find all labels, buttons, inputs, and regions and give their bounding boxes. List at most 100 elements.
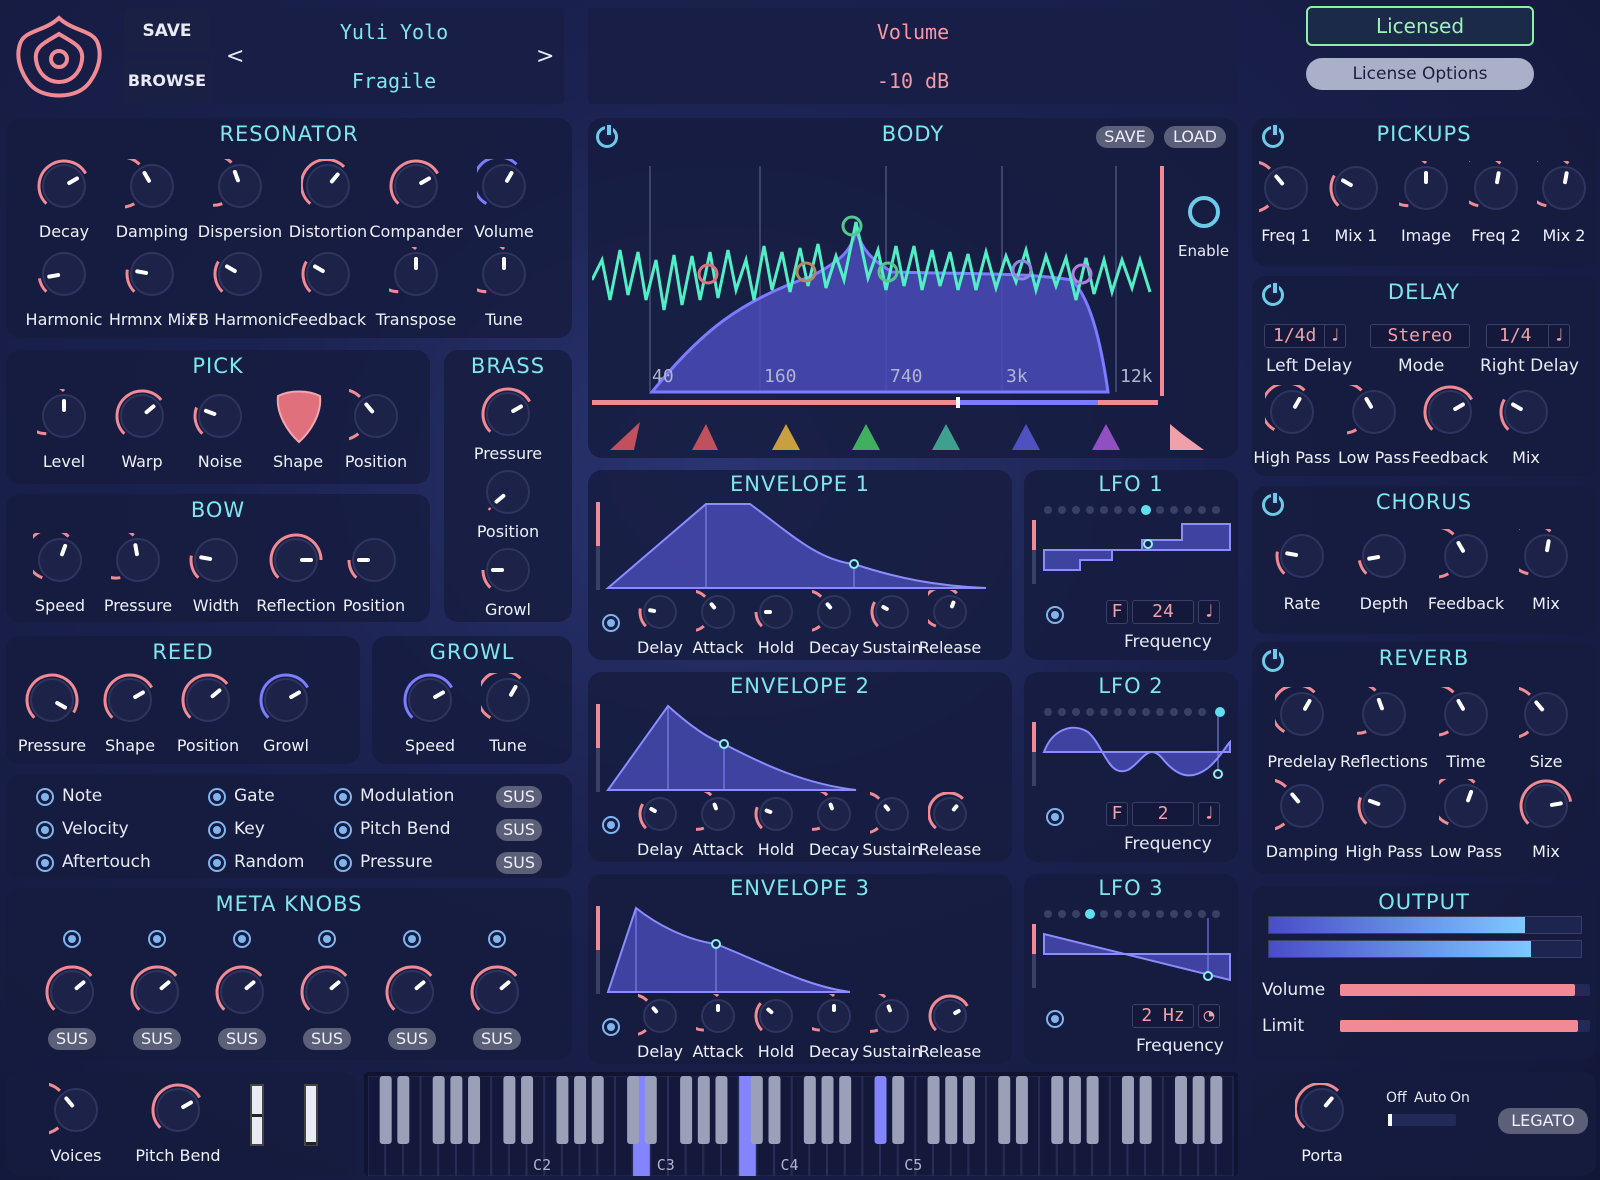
next-preset-button[interactable]: > [536,44,554,69]
lfo-1-graph[interactable] [1032,500,1232,592]
black-key[interactable] [803,1076,816,1144]
left-delay-note-icon[interactable]: ♩ [1324,324,1346,348]
reed-2-knob[interactable] [181,673,235,727]
meta-knob-0-mod-dot[interactable] [63,930,81,948]
lfo-2-sync-f[interactable]: F [1106,802,1128,826]
right-delay-note-icon[interactable]: ♩ [1548,324,1570,348]
lfo-2-graph[interactable] [1032,702,1232,794]
black-key[interactable] [715,1076,728,1144]
black-key[interactable] [644,1076,657,1144]
reverb-4-knob[interactable] [1241,778,1329,833]
lfo-3-mod-dot[interactable] [1046,1010,1064,1028]
legato-button[interactable]: LEGATO [1498,1108,1588,1134]
license-options-button[interactable]: License Options [1306,58,1534,90]
lfo-1-note-icon[interactable]: ♩ [1198,600,1220,624]
resonator-4-knob[interactable] [389,159,443,213]
pick-shape-icon[interactable] [274,390,324,448]
pick-0-knob[interactable] [19,382,91,443]
body-load-button[interactable]: LOAD [1164,126,1226,148]
growl-0-knob[interactable] [403,673,457,727]
meta-knob-3-sus-button[interactable]: SUS [303,1028,351,1050]
meta-knob-3-mod-dot[interactable] [318,930,336,948]
envelope-2-graph[interactable] [596,702,996,794]
envelope-1-mod-dot[interactable] [602,614,620,632]
black-key[interactable] [680,1076,693,1144]
mod-source-sus-button-0[interactable]: SUS [496,786,542,808]
reed-1-knob[interactable] [103,673,157,727]
black-key[interactable] [450,1076,463,1144]
chorus-3-knob[interactable] [1506,522,1573,583]
resonator-0-knob[interactable] [37,159,91,213]
delay-mode-value[interactable]: Stereo [1370,324,1470,348]
reverb-3-knob[interactable] [1485,686,1573,741]
body-eq-display[interactable]: 40 160 740 3k 12k [592,160,1164,400]
env1-0-knob[interactable] [638,590,682,634]
mod-source-0-2-dot[interactable] [36,854,54,872]
black-key[interactable] [574,1076,587,1144]
lfo-1-mod-dot[interactable] [1046,606,1064,624]
lfo-2-rate-value[interactable]: 2 [1132,802,1194,826]
black-key[interactable] [1174,1076,1187,1144]
chorus-0-knob[interactable] [1275,529,1329,583]
growl-1-knob[interactable] [476,669,535,727]
meta-knob-1-sus-button[interactable]: SUS [133,1028,181,1050]
meta-5-knob[interactable] [470,965,524,1019]
black-key[interactable] [1210,1076,1223,1144]
black-key[interactable] [998,1076,1011,1144]
resonator-10-knob[interactable] [371,240,443,301]
mod-source-1-2-dot[interactable] [208,854,226,872]
reverb-7-knob[interactable] [1519,779,1573,833]
env2-4-knob[interactable] [843,791,914,836]
black-key[interactable] [1086,1076,1099,1144]
black-key[interactable] [1015,1076,1028,1144]
black-key[interactable] [962,1076,975,1144]
meta-knob-2-sus-button[interactable]: SUS [218,1028,266,1050]
meta-2-knob[interactable] [215,965,269,1019]
delay-2-knob[interactable] [1423,385,1477,439]
envelope-1-graph[interactable] [596,500,996,592]
bow-3-knob[interactable] [269,533,323,587]
mod-wheel[interactable] [304,1084,318,1146]
resonator-1-knob[interactable] [95,155,179,213]
mod-source-2-2-dot[interactable] [334,854,352,872]
pickups-4-knob[interactable] [1524,154,1591,215]
env3-2-knob[interactable] [754,994,798,1038]
reverb-0-knob[interactable] [1270,683,1329,741]
env3-0-knob[interactable] [611,993,682,1038]
envelope-3-mod-dot[interactable] [602,1018,620,1036]
mod-source-0-1-dot[interactable] [36,821,54,839]
reverb-1-knob[interactable] [1331,681,1411,741]
meta-knob-5-sus-button[interactable]: SUS [473,1028,521,1050]
lfo-1-sync-f[interactable]: F [1106,600,1128,624]
env2-3-knob[interactable] [791,787,856,836]
delay-3-knob[interactable] [1499,385,1553,439]
bow-0-knob[interactable] [24,527,87,587]
lfo-3-rate-value[interactable]: 2 Hz [1132,1004,1194,1028]
black-key[interactable] [503,1076,516,1144]
envelope-3-graph[interactable] [596,904,996,996]
meta-knob-0-sus-button[interactable]: SUS [48,1028,96,1050]
black-key[interactable] [697,1076,710,1144]
delay-power-icon[interactable] [1262,281,1284,306]
pitch-bend-wheel[interactable] [250,1084,264,1146]
bow-2-knob[interactable] [189,533,243,587]
black-key[interactable] [839,1076,852,1144]
resonator-3-knob[interactable] [299,158,355,213]
output-limit-slider[interactable] [1340,1020,1590,1032]
prev-preset-button[interactable]: < [226,44,244,69]
pickups-1-knob[interactable] [1329,161,1383,215]
env2-5-knob[interactable] [927,791,972,836]
porta-mode-switch[interactable] [1388,1114,1456,1126]
resonator-11-knob[interactable] [459,240,531,301]
bow-4-knob[interactable] [347,533,401,587]
output-volume-slider[interactable] [1340,984,1590,996]
mod-source-2-0-dot[interactable] [334,788,352,806]
meta-4-knob[interactable] [385,965,439,1019]
reverb-2-knob[interactable] [1409,683,1493,741]
pickups-0-knob[interactable] [1225,160,1313,215]
meta-1-knob[interactable] [130,965,184,1019]
chorus-2-knob[interactable] [1409,525,1493,583]
pitch-bend-knob[interactable] [151,1083,205,1137]
pickups-2-knob[interactable] [1381,154,1453,215]
preset-name[interactable]: Fragile [264,69,524,93]
